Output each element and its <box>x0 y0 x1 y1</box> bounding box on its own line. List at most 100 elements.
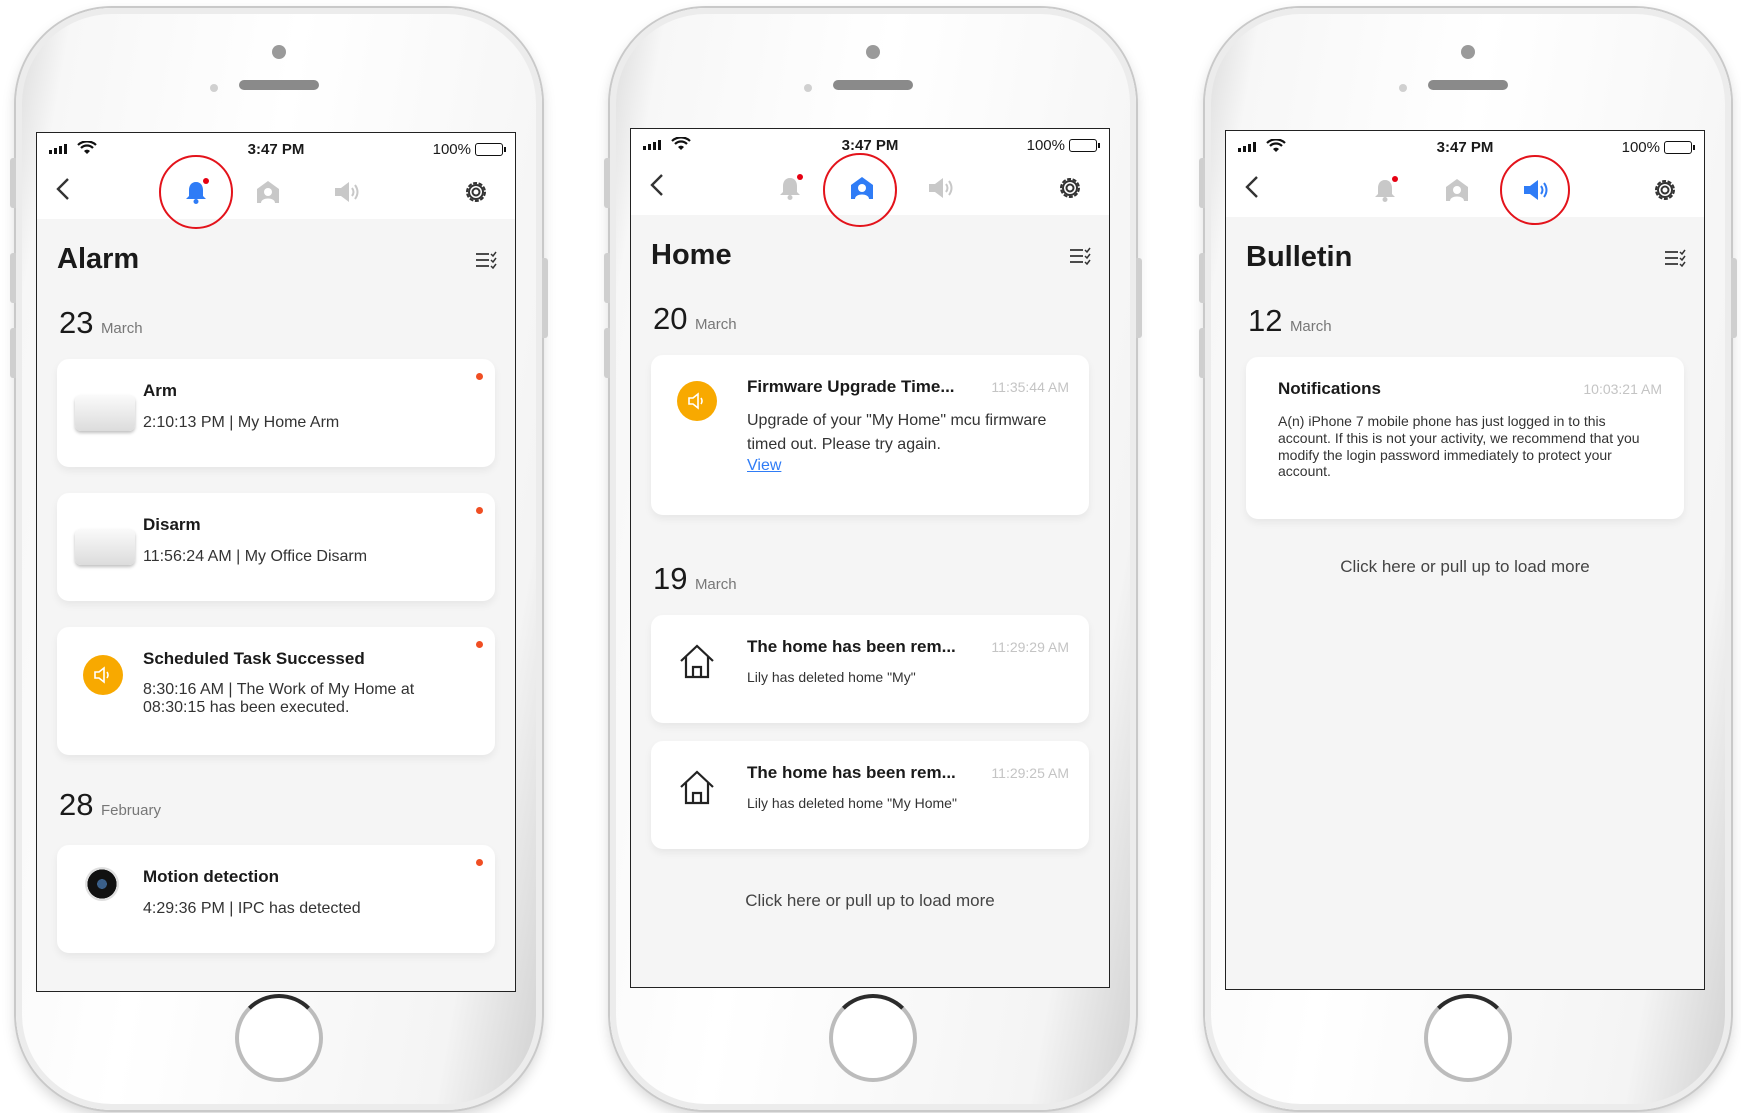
screen: 3:47 PM 100% <box>36 132 516 992</box>
unread-dot <box>1392 176 1398 182</box>
earpiece-speaker <box>1428 80 1508 90</box>
header: Bulletin <box>1226 217 1704 287</box>
message-detail: 8:30:16 AM | The Work of My Home at 08:3… <box>143 681 415 717</box>
message-title: Disarm <box>143 515 201 534</box>
message-title: Motion detection <box>143 867 279 886</box>
home-tab-icon[interactable] <box>1443 176 1471 204</box>
message-card[interactable]: Motion detection 4:29:36 PM | IPC has de… <box>57 845 495 953</box>
header: Home <box>631 215 1109 285</box>
house-icon <box>677 767 717 812</box>
proximity-sensor <box>804 84 812 92</box>
house-icon <box>677 641 717 686</box>
message-time: 11:35:44 AM <box>991 379 1069 395</box>
unread-dot <box>203 178 209 184</box>
alarm-tab-bell-icon[interactable] <box>1371 176 1399 204</box>
back-icon[interactable] <box>643 171 671 199</box>
settings-gear-icon[interactable] <box>1056 174 1084 202</box>
unread-dot <box>476 859 483 866</box>
proximity-sensor <box>1399 84 1407 92</box>
date-day: 20 <box>653 301 688 336</box>
view-link[interactable]: View <box>747 457 781 474</box>
bulletin-tab-speaker-icon[interactable] <box>1521 176 1549 204</box>
status-bar: 3:47 PM 100% <box>1226 131 1704 163</box>
phone-home: 3:47 PM 100% Home 20 March Firmware Upgr… <box>604 8 1142 1110</box>
home-button[interactable] <box>1424 994 1512 1082</box>
message-time: 11:29:25 AM <box>991 765 1069 781</box>
alarm-tab-bell-icon[interactable] <box>182 178 210 206</box>
home-button[interactable] <box>235 994 323 1082</box>
battery-indicator: 100% <box>1621 139 1695 156</box>
message-title: Scheduled Task Successed <box>143 649 365 668</box>
message-card[interactable]: Disarm 11:56:24 AM | My Office Disarm <box>57 493 495 601</box>
home-tab-icon[interactable] <box>848 174 876 202</box>
home-tab-icon[interactable] <box>254 178 282 206</box>
message-time: 11:29:29 AM <box>991 639 1069 655</box>
alarm-tab-bell-icon[interactable] <box>776 174 804 202</box>
message-detail: Lily has deleted home "My Home" <box>747 795 957 811</box>
home-button[interactable] <box>829 994 917 1082</box>
battery-icon <box>1069 139 1100 152</box>
message-detail: Upgrade of your "My Home" mcu firmware t… <box>747 412 1047 453</box>
speaker-icon <box>83 655 123 695</box>
message-detail: Lily has deleted home "My" <box>747 669 916 685</box>
date-month: February <box>100 802 161 819</box>
battery-indicator: 100% <box>433 141 506 158</box>
unread-dot <box>476 507 483 514</box>
back-icon[interactable] <box>49 175 77 203</box>
date-month: March <box>1289 318 1332 335</box>
message-card[interactable]: Scheduled Task Successed 8:30:16 AM | Th… <box>57 627 495 755</box>
date-header: 12 March <box>1226 287 1704 349</box>
message-card[interactable]: The home has been rem... 11:29:25 AM Lil… <box>651 741 1089 849</box>
unread-dot <box>797 174 803 180</box>
battery-indicator: 100% <box>1026 137 1100 154</box>
date-day: 23 <box>59 305 94 340</box>
battery-icon <box>1664 141 1695 154</box>
alarm-hub-device-image <box>75 395 135 431</box>
proximity-sensor <box>210 84 218 92</box>
earpiece-speaker <box>239 80 319 90</box>
filter-list-icon[interactable] <box>475 251 497 269</box>
battery-percent: 100% <box>1026 137 1065 154</box>
date-day: 12 <box>1248 303 1283 338</box>
date-day: 19 <box>653 561 688 596</box>
screen: 3:47 PM 100% <box>1225 130 1705 990</box>
message-title: Notifications <box>1278 379 1381 398</box>
bulletin-tab-speaker-icon[interactable] <box>332 178 360 206</box>
date-header: 19 March <box>631 531 1109 596</box>
date-month: March <box>100 320 143 337</box>
top-nav <box>631 153 1109 227</box>
page-title: Alarm <box>57 243 140 275</box>
message-detail: 11:56:24 AM | My Office Disarm <box>143 548 368 565</box>
phone-alarm: 3:47 PM 100% Alarm 23 March Arm 2:10:13 … <box>10 8 548 1110</box>
message-card[interactable]: Arm 2:10:13 PM | My Home Arm <box>57 359 495 467</box>
page-title: Bulletin <box>1246 241 1353 273</box>
load-more-button[interactable]: Click here or pull up to load more <box>631 865 1109 911</box>
front-camera <box>272 45 286 59</box>
back-icon[interactable] <box>1238 173 1266 201</box>
front-camera <box>1461 45 1475 59</box>
filter-list-icon[interactable] <box>1664 249 1686 267</box>
battery-percent: 100% <box>1621 139 1660 156</box>
message-title: The home has been rem... <box>747 763 956 782</box>
message-card[interactable]: Notifications 10:03:21 AM A(n) iPhone 7 … <box>1246 357 1684 519</box>
date-day: 28 <box>59 787 94 822</box>
settings-gear-icon[interactable] <box>462 178 490 206</box>
status-bar: 3:47 PM 100% <box>37 133 515 165</box>
date-header: 20 March <box>631 285 1109 347</box>
unread-dot <box>476 641 483 648</box>
page-title: Home <box>651 239 732 271</box>
header: Alarm <box>37 219 515 289</box>
status-bar: 3:47 PM 100% <box>631 129 1109 161</box>
alarm-hub-device-image <box>75 529 135 565</box>
date-month: March <box>694 576 737 593</box>
bulletin-tab-speaker-icon[interactable] <box>926 174 954 202</box>
filter-list-icon[interactable] <box>1069 247 1091 265</box>
message-detail: 4:29:36 PM | IPC has detected <box>143 900 361 917</box>
front-camera <box>866 45 880 59</box>
camera-device-image <box>85 867 119 901</box>
phone-bulletin: 3:47 PM 100% Bulletin 12 March Notificat… <box>1199 8 1737 1110</box>
load-more-button[interactable]: Click here or pull up to load more <box>1226 535 1704 577</box>
settings-gear-icon[interactable] <box>1651 176 1679 204</box>
message-card[interactable]: Firmware Upgrade Time... 11:35:44 AM Upg… <box>651 355 1089 515</box>
message-card[interactable]: The home has been rem... 11:29:29 AM Lil… <box>651 615 1089 723</box>
